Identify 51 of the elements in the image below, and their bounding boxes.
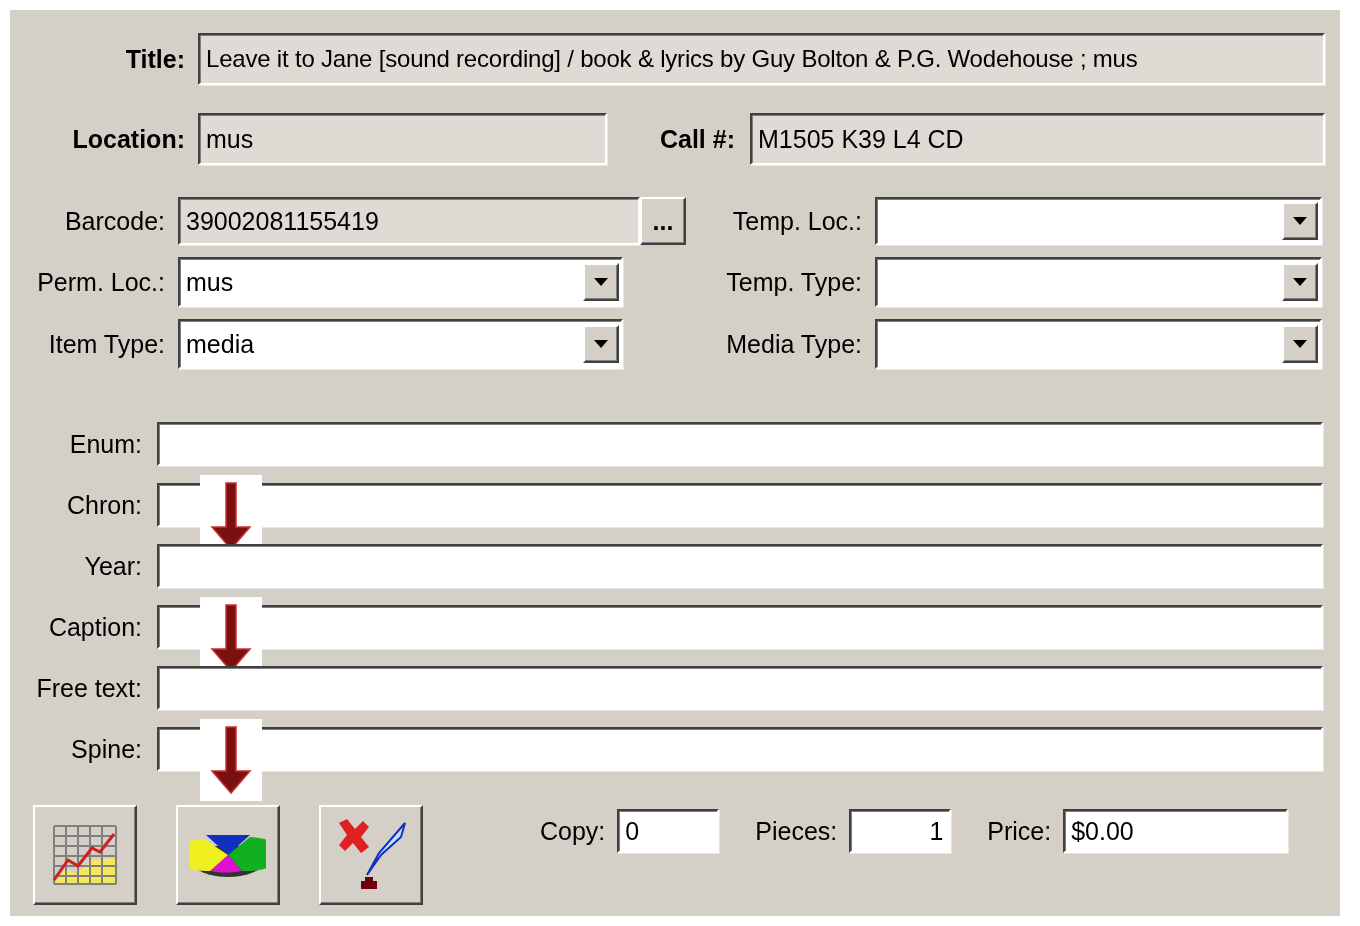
text-field[interactable] [157,605,1323,649]
dropdown[interactable] [875,197,1322,245]
text-field[interactable] [157,666,1323,710]
field-label: Call #: [658,124,735,154]
browse-button[interactable]: ... [640,197,686,245]
dropdown-button[interactable] [583,263,619,301]
caret-icon [1293,340,1307,348]
location-field[interactable]: mus [198,113,607,165]
field-label: Year: [83,551,142,581]
toolbar-button[interactable] [319,805,423,905]
toolbar-button[interactable] [176,805,280,905]
dropdown-button[interactable] [1282,263,1318,301]
caret-icon [1293,217,1307,225]
field-label: Free text: [35,673,142,703]
field-label: Location: [71,124,185,154]
field-label: Temp. Type: [725,267,862,297]
dropdown[interactable]: mus [178,257,623,307]
toolbar-button[interactable] [33,805,137,905]
field-label: Item Type: [47,329,165,359]
pieces-field[interactable]: 1 [849,809,952,853]
field-label: Chron: [65,490,142,520]
title-field[interactable]: Leave it to Jane [sound recording] / book & lyrics by Guy Bolton & P.G. Wodehouse ; mus [198,33,1325,85]
dropdown-button[interactable] [583,325,619,363]
field-label: Price: [987,816,1052,846]
text-field[interactable] [157,422,1323,466]
field-label: Barcode: [63,206,165,236]
field-label: Caption: [47,612,142,642]
field-label: Enum: [68,429,142,459]
field-label: Title: [124,44,185,74]
field-label: Perm. Loc.: [36,267,165,297]
field-label: Copy: [540,816,606,846]
field-label: Spine: [70,734,142,764]
text-field[interactable] [157,544,1323,588]
barcode-field[interactable]: 39002081155419 [178,197,640,245]
line-chart-icon [52,824,118,886]
copy-field[interactable]: 0 [617,809,720,853]
dropdown[interactable] [875,319,1322,369]
call-number-field[interactable]: M1505 K39 L4 CD [750,113,1325,165]
dropdown[interactable]: media [178,319,623,369]
price-field[interactable]: $0.00 [1063,809,1289,853]
caret-icon [1293,278,1307,286]
text-field[interactable] [157,483,1323,527]
text-field[interactable] [157,727,1323,771]
dropdown-button[interactable] [1282,202,1318,240]
field-label: Pieces: [755,816,838,846]
caret-icon [594,278,608,286]
caret-icon [594,340,608,348]
dropdown-button[interactable] [1282,325,1318,363]
dropdown[interactable] [875,257,1322,307]
field-label: Media Type: [725,329,862,359]
field-label: Temp. Loc.: [731,206,862,236]
